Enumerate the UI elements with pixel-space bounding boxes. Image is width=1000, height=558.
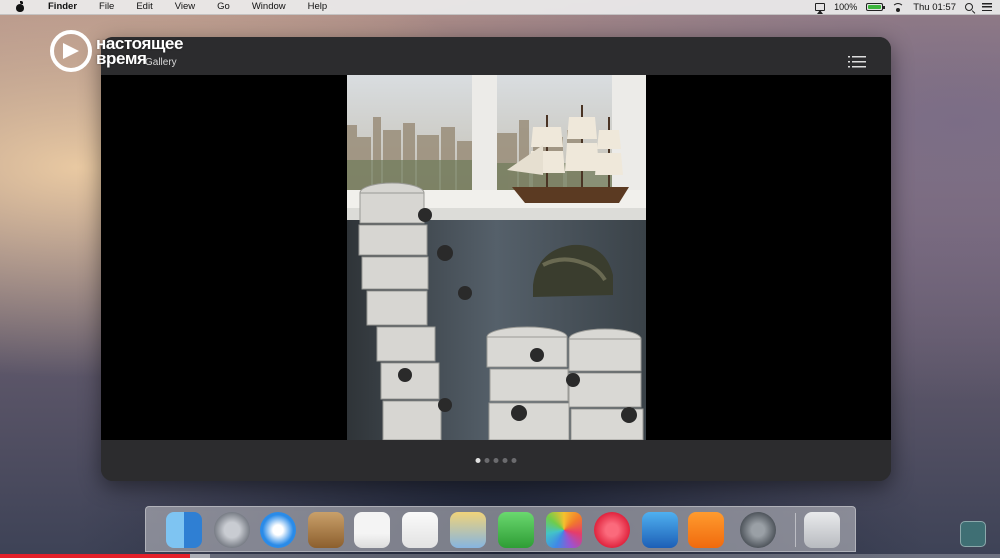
channel-logo-icon	[50, 30, 92, 72]
photo-stage	[101, 75, 891, 440]
status-area: 100% Thu 01:57	[815, 0, 992, 14]
menu-help[interactable]: Help	[297, 0, 339, 14]
video-progress-bar[interactable]	[0, 554, 1000, 558]
menu-edit[interactable]: Edit	[125, 0, 163, 14]
gallery-header: Gallery	[101, 37, 891, 75]
dock-icons	[146, 507, 855, 551]
dock-launchpad-icon[interactable]	[214, 512, 250, 548]
dock-facetime-icon[interactable]	[498, 512, 534, 548]
pager-dot[interactable]	[475, 458, 481, 463]
menu-file[interactable]: File	[88, 0, 125, 14]
list-menu-icon[interactable]	[848, 56, 866, 68]
pager-dot[interactable]	[511, 458, 517, 463]
photo-illustration	[347, 75, 646, 440]
menu-go[interactable]: Go	[206, 0, 241, 14]
notification-center-icon[interactable]	[982, 3, 992, 11]
battery-level-fill	[868, 5, 882, 9]
channel-logo: настоящее время	[50, 30, 183, 72]
menu-view[interactable]: View	[164, 0, 206, 14]
gallery-photo[interactable]	[347, 75, 646, 440]
dock-finder-icon[interactable]	[166, 512, 202, 548]
dock-photos-icon[interactable]	[546, 512, 582, 548]
dock-separator	[795, 513, 796, 547]
menu-items: Finder File Edit View Go Window Help	[38, 0, 338, 14]
apple-logo-icon[interactable]	[14, 1, 26, 13]
pager-dot[interactable]	[502, 458, 508, 463]
dock-calendar-icon[interactable]	[354, 512, 390, 548]
dock-itunes-icon[interactable]	[594, 512, 630, 548]
battery-icon[interactable]	[866, 3, 886, 11]
wifi-icon[interactable]	[892, 2, 905, 12]
dock-reminders-icon[interactable]	[402, 512, 438, 548]
corner-channel-icon[interactable]	[960, 521, 986, 547]
dock-contacts-icon[interactable]	[308, 512, 344, 548]
airplay-icon[interactable]	[815, 3, 826, 14]
dock-safari-icon[interactable]	[260, 512, 296, 548]
channel-logo-line2: время	[96, 49, 147, 68]
menu-app-finder[interactable]: Finder	[38, 0, 88, 14]
pager-dot[interactable]	[484, 458, 490, 463]
dock	[145, 506, 856, 552]
dock-imovie-icon[interactable]	[642, 512, 678, 548]
battery-percent: 100%	[834, 2, 858, 12]
video-played-fill	[0, 554, 190, 558]
dock-trash-icon[interactable]	[804, 512, 840, 548]
menu-window[interactable]: Window	[241, 0, 297, 14]
dock-preview-icon[interactable]	[450, 512, 486, 548]
gallery-window: Gallery	[101, 37, 891, 481]
pager-dot[interactable]	[493, 458, 499, 463]
spotlight-search-icon[interactable]	[965, 3, 973, 11]
dock-ibooks-icon[interactable]	[688, 512, 724, 548]
gallery-footer	[101, 440, 891, 481]
channel-logo-text: настоящее время	[96, 35, 183, 68]
menu-bar: Finder File Edit View Go Window Help 100…	[0, 0, 1000, 15]
dock-system-preferences-icon[interactable]	[740, 512, 776, 548]
pager-dots	[475, 458, 517, 463]
menubar-clock[interactable]: Thu 01:57	[913, 2, 956, 13]
